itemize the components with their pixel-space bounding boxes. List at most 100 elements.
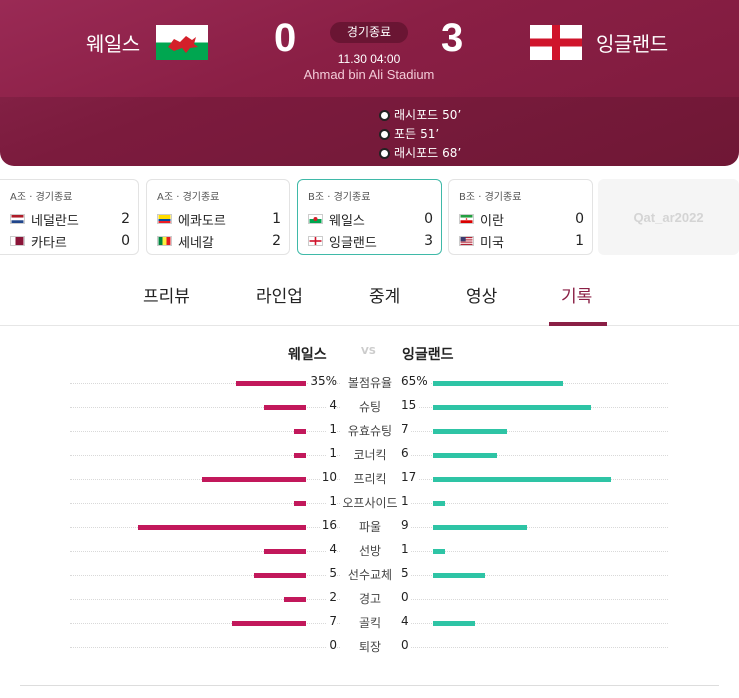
stat-row: 5 선수교체 5 bbox=[0, 564, 739, 588]
stat-label: 선수교체 bbox=[340, 566, 400, 583]
home-stat-bar bbox=[236, 381, 306, 386]
home-stat-value: 4 bbox=[327, 398, 337, 412]
home-stat-value: 35% bbox=[308, 374, 337, 388]
match-card-home: 에콰도르 bbox=[178, 213, 226, 229]
home-stat-bar bbox=[294, 429, 306, 434]
home-score: 0 bbox=[274, 16, 297, 60]
match-card-home-score: 0 bbox=[575, 211, 584, 227]
match-card[interactable]: A조 · 경기종료 네덜란드 2 카타르 0 bbox=[0, 179, 139, 255]
home-stat-value: 1 bbox=[327, 422, 337, 436]
away-stat-bar bbox=[433, 549, 445, 554]
stat-label: 선방 bbox=[340, 542, 400, 559]
home-team-name[interactable]: 웨일스 bbox=[86, 28, 140, 57]
tab-preview[interactable]: 프리뷰 bbox=[143, 282, 190, 307]
goal-list: 래시포드 50’ 포든 51’ 래시포드 68’ bbox=[379, 106, 461, 163]
away-stat-value: 1 bbox=[401, 542, 411, 556]
match-card-away: 세네갈 bbox=[178, 235, 214, 251]
goal-minute: 51’ bbox=[420, 127, 440, 141]
netherlands-flag-icon bbox=[10, 214, 25, 224]
qatar-flag-icon bbox=[10, 236, 25, 246]
goal-player: 래시포드 bbox=[394, 146, 439, 160]
away-stat-bar bbox=[433, 501, 445, 506]
goal-item: 래시포드 68’ bbox=[379, 144, 461, 163]
stat-row: 7 골킥 4 bbox=[0, 612, 739, 636]
stat-label: 코너킥 bbox=[340, 446, 400, 463]
wales-flag-icon bbox=[308, 214, 323, 224]
stat-row: 16 파울 9 bbox=[0, 516, 739, 540]
home-stat-value: 5 bbox=[327, 566, 337, 580]
match-header: 웨일스 0 경기종료 11.30 04:00 Ahmad bin Ali Sta… bbox=[0, 0, 739, 166]
away-team-name[interactable]: 잉글랜드 bbox=[596, 28, 668, 57]
match-card-group: B조 · 경기종료 bbox=[308, 192, 371, 203]
match-card-away-score: 0 bbox=[121, 233, 130, 249]
goal-item: 래시포드 50’ bbox=[379, 106, 461, 125]
match-tabs: 프리뷰 라인업 중계 영상 기록 bbox=[0, 266, 739, 326]
away-stat-value: 7 bbox=[401, 422, 411, 436]
match-card-home-score: 0 bbox=[424, 211, 433, 227]
away-stat-bar bbox=[433, 381, 563, 386]
goal-band bbox=[0, 97, 739, 166]
bottom-divider bbox=[20, 685, 719, 686]
home-stat-bar bbox=[264, 549, 306, 554]
stats-away-team: 잉글랜드 bbox=[402, 347, 454, 363]
match-card-home-score: 1 bbox=[272, 211, 281, 227]
home-stat-bar bbox=[202, 477, 306, 482]
away-stat-bar bbox=[433, 477, 611, 482]
away-stat-value: 17 bbox=[401, 470, 419, 484]
qatar-2022-logo: Qat_ar2022 bbox=[598, 179, 739, 255]
stat-label: 경고 bbox=[340, 590, 400, 607]
match-card-home: 이란 bbox=[480, 213, 504, 229]
match-card[interactable]: B조 · 경기종료 이란 0 미국 1 bbox=[448, 179, 593, 255]
goal-player: 포든 bbox=[394, 127, 417, 141]
match-status-badge: 경기종료 bbox=[330, 22, 408, 43]
match-card-away-score: 1 bbox=[575, 233, 584, 249]
match-card-group: B조 · 경기종료 bbox=[459, 192, 522, 203]
goal-item: 포든 51’ bbox=[379, 125, 461, 144]
match-card-group: A조 · 경기종료 bbox=[157, 192, 220, 203]
match-card[interactable]: A조 · 경기종료 에콰도르 1 세네갈 2 bbox=[146, 179, 290, 255]
tab-lineup[interactable]: 라인업 bbox=[256, 282, 303, 307]
goal-minute: 50’ bbox=[442, 108, 462, 122]
home-stat-bar bbox=[294, 453, 306, 458]
goal-minute: 68’ bbox=[442, 146, 462, 160]
stat-row: 2 경고 0 bbox=[0, 588, 739, 612]
match-card-away-score: 3 bbox=[424, 233, 433, 249]
home-stat-value: 0 bbox=[327, 638, 337, 652]
match-time: 11.30 04:00 bbox=[337, 52, 401, 66]
iran-flag-icon bbox=[459, 214, 474, 224]
match-card-away: 잉글랜드 bbox=[329, 235, 377, 251]
away-stat-value: 9 bbox=[401, 518, 411, 532]
match-card-away: 카타르 bbox=[31, 235, 67, 251]
stat-label: 슈팅 bbox=[340, 398, 400, 415]
stat-label: 유효슈팅 bbox=[340, 422, 400, 439]
tab-broadcast[interactable]: 중계 bbox=[369, 282, 400, 307]
home-stat-bar bbox=[232, 621, 306, 626]
england-flag-icon bbox=[308, 236, 323, 246]
tab-video[interactable]: 영상 bbox=[466, 282, 497, 307]
away-stat-bar bbox=[433, 453, 497, 458]
stat-label: 파울 bbox=[340, 518, 400, 535]
stat-row: 1 코너킥 6 bbox=[0, 444, 739, 468]
soccer-ball-icon bbox=[379, 148, 390, 159]
away-stat-value: 5 bbox=[401, 566, 411, 580]
stat-label: 골킥 bbox=[340, 614, 400, 631]
home-stat-value: 1 bbox=[327, 494, 337, 508]
away-stat-value: 4 bbox=[401, 614, 411, 628]
tab-record[interactable]: 기록 bbox=[561, 282, 592, 307]
match-card-current[interactable]: B조 · 경기종료 웨일스 0 잉글랜드 3 bbox=[297, 179, 442, 255]
away-stat-value: 0 bbox=[401, 638, 411, 652]
match-card-home: 웨일스 bbox=[329, 213, 365, 229]
away-stat-bar bbox=[433, 525, 527, 530]
match-venue: Ahmad bin Ali Stadium bbox=[303, 67, 435, 82]
match-card-home-score: 2 bbox=[121, 211, 130, 227]
stat-row: 4 슈팅 15 bbox=[0, 396, 739, 420]
wales-flag-icon bbox=[156, 25, 208, 60]
stat-row: 4 선방 1 bbox=[0, 540, 739, 564]
home-stat-value: 7 bbox=[327, 614, 337, 628]
home-stat-bar bbox=[138, 525, 306, 530]
stat-row: 0 퇴장 0 bbox=[0, 636, 739, 660]
soccer-ball-icon bbox=[379, 129, 390, 140]
soccer-ball-icon bbox=[379, 110, 390, 121]
away-stat-bar bbox=[433, 405, 591, 410]
away-stat-bar bbox=[433, 429, 507, 434]
